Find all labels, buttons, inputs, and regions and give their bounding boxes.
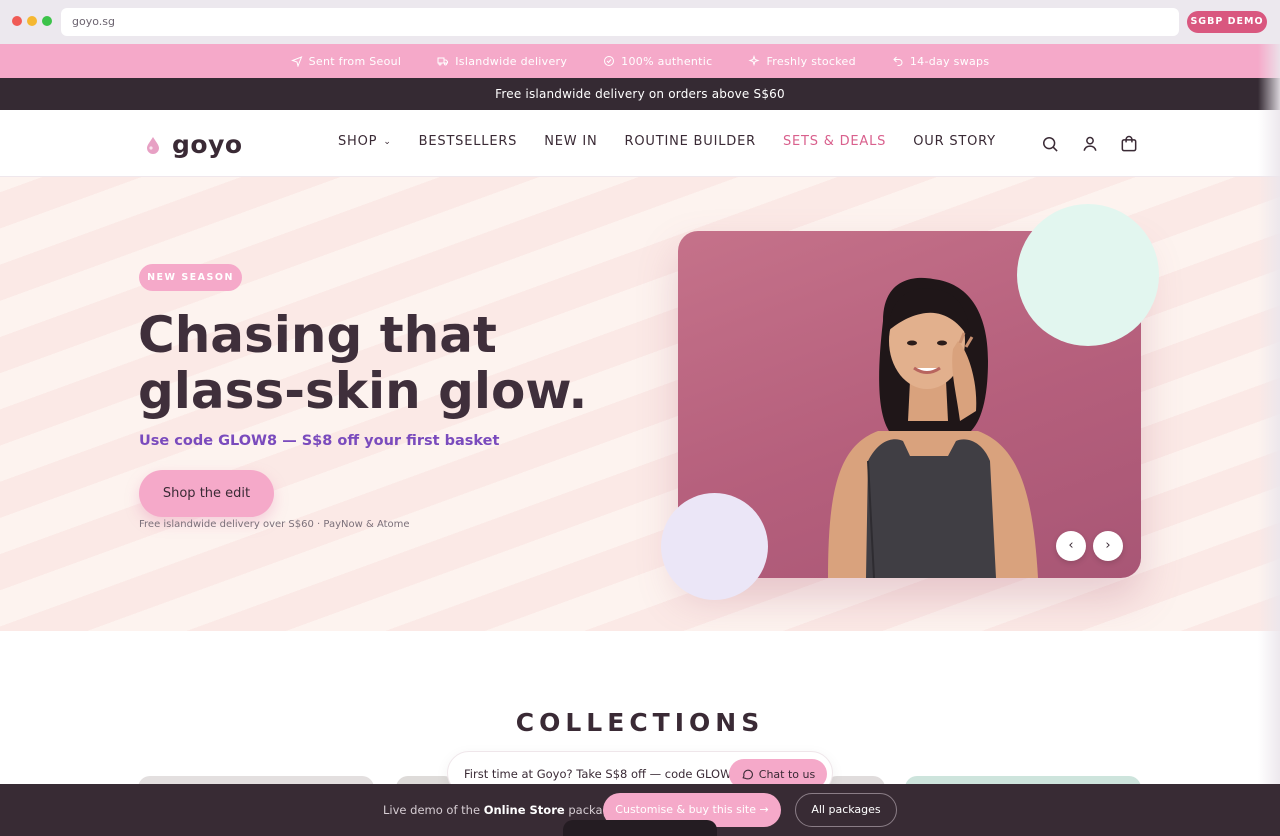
shop-the-edit-button[interactable]: Shop the edit [139, 470, 274, 517]
demo-notice-prefix: Live demo of the [383, 803, 484, 817]
demo-badge[interactable]: SGBP DEMO [1187, 11, 1267, 33]
cart-icon[interactable] [1119, 134, 1139, 154]
carousel-next-button[interactable]: › [1093, 531, 1123, 561]
perk-item: 100% authentic [603, 55, 712, 68]
chevron-down-icon: ⌄ [383, 136, 392, 147]
perk-item: Islandwide delivery [437, 55, 567, 68]
floating-dock[interactable] [563, 820, 717, 836]
sparkle-icon [748, 55, 761, 67]
perks-strip: Sent from Seoul Islandwide delivery 100%… [0, 44, 1280, 78]
chat-bubble-icon [742, 769, 753, 779]
decorative-mint-circle [1017, 204, 1159, 346]
hero-title: Chasing that glass-skin glow. [138, 307, 618, 419]
minimize-window-dot[interactable] [27, 16, 37, 26]
nav-shop[interactable]: SHOP ⌄ [338, 134, 392, 149]
perk-label: Sent from Seoul [308, 54, 402, 68]
decorative-lavender-circle [661, 493, 768, 600]
perk-item: Sent from Seoul [290, 54, 402, 68]
perk-label: Freshly stocked [766, 54, 856, 68]
droplet-icon [147, 136, 159, 154]
hero-delivery-note: Free islandwide delivery over S$60 · Pay… [139, 519, 410, 530]
logo[interactable]: goyo [146, 130, 243, 159]
collections-heading: COLLECTIONS [515, 708, 765, 737]
perk-label: 100% authentic [621, 54, 713, 68]
nav-routine-builder[interactable]: ROUTINE BUILDER [625, 134, 756, 149]
new-season-tag: NEW SEASON [139, 264, 242, 291]
nav-our-story[interactable]: OUR STORY [913, 134, 996, 149]
all-packages-button[interactable]: All packages [795, 793, 897, 827]
hero-section: NEW SEASON Chasing that glass-skin glow.… [0, 177, 1280, 631]
announcement-bar: Free islandwide delivery on orders above… [0, 78, 1280, 110]
maximize-window-dot[interactable] [42, 16, 52, 26]
site-header: goyo SHOP ⌄ BESTSELLERS NEW IN ROUTINE B… [0, 110, 1280, 177]
perk-item: Freshly stocked [748, 54, 856, 68]
address-bar[interactable]: goyo.sg [61, 8, 1179, 36]
demo-package-name: Online Store [483, 803, 565, 817]
nav-new-in[interactable]: NEW IN [544, 134, 597, 149]
hero-title-line: Chasing that [138, 306, 497, 364]
main-nav: SHOP ⌄ BESTSELLERS NEW IN ROUTINE BUILDE… [338, 134, 996, 149]
hero-promo-code: Use code GLOW8 — S$8 off your first bask… [139, 433, 500, 449]
perk-label: 14-day swaps [909, 54, 990, 68]
close-window-dot[interactable] [12, 16, 22, 26]
nav-label: SHOP [338, 134, 378, 149]
browser-chrome: goyo.sg SGBP DEMO [0, 0, 1280, 44]
nav-sets-deals[interactable]: SETS & DEALS [783, 134, 886, 149]
perk-item: 14-day swaps [892, 55, 989, 68]
truck-icon [437, 57, 449, 66]
logo-text: goyo [172, 130, 243, 159]
search-icon[interactable] [1040, 134, 1060, 154]
chat-button-label: Chat to us [758, 767, 816, 781]
nav-bestsellers[interactable]: BESTSELLERS [419, 134, 518, 149]
return-icon [893, 56, 903, 66]
perk-label: Islandwide delivery [455, 54, 568, 68]
check-badge-icon [604, 56, 615, 66]
plane-icon [290, 56, 303, 67]
scroll-edge-fade [1258, 44, 1280, 784]
account-icon[interactable] [1080, 134, 1100, 154]
hero-title-line: glass-skin glow. [138, 362, 588, 420]
carousel-prev-button[interactable]: ‹ [1056, 531, 1086, 561]
